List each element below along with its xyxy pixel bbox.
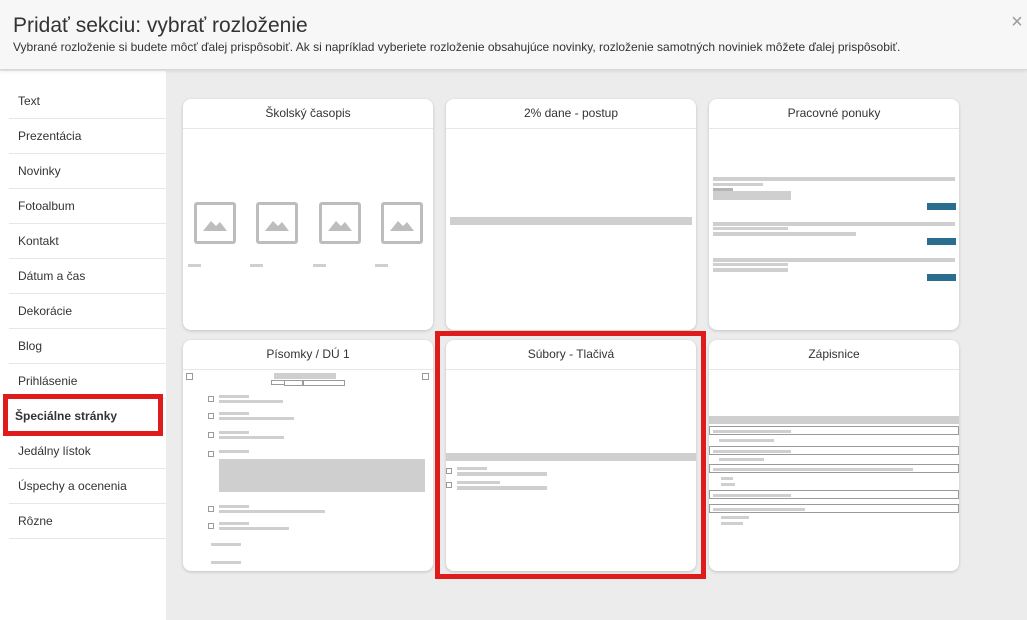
sidebar-item-uspechy-a-ocenenia[interactable]: Úspechy a ocenenia [9, 469, 166, 504]
sidebar-item-label: Novinky [18, 164, 61, 178]
sidebar-item-rozne[interactable]: Rôzne [9, 504, 166, 539]
sidebar-item-label: Kontakt [18, 234, 59, 248]
layout-card-title: Písomky / DÚ 1 [183, 340, 433, 370]
sidebar-item-label: Dekorácie [18, 304, 73, 318]
sidebar-item-label: Špeciálne stránky [15, 409, 118, 423]
sidebar-item-prezentacia[interactable]: Prezentácia [9, 119, 166, 154]
sidebar-item-blog[interactable]: Blog [9, 329, 166, 364]
layout-card-pisomky-du-1[interactable]: Písomky / DÚ 1 [183, 340, 433, 571]
sidebar-item-novinky[interactable]: Novinky [9, 154, 166, 189]
image-placeholder-icon [319, 202, 361, 244]
layout-preview [183, 371, 433, 571]
sidebar-item-label: Jedálny lístok [18, 444, 91, 458]
sidebar-item-specialne-stranky[interactable]: Špeciálne stránky [9, 399, 166, 434]
dialog-header: Pridať sekciu: vybrať rozloženie Vybrané… [0, 0, 1027, 70]
image-placeholder-icon [194, 202, 236, 244]
layout-preview [446, 130, 696, 330]
layout-card-title: Súbory - Tlačivá [446, 340, 696, 370]
sidebar-item-label: Prihlásenie [18, 374, 78, 388]
layout-card-title: Školský časopis [183, 99, 433, 129]
layout-card-2-dane-postup[interactable]: 2% dane - postup [446, 99, 696, 330]
image-placeholder-icon [381, 202, 423, 244]
layout-preview [709, 371, 959, 571]
layout-card-pracovne-ponuky[interactable]: Pracovné ponuky [709, 99, 959, 330]
dialog-title: Pridať sekciu: vybrať rozloženie [13, 14, 308, 37]
sidebar-item-label: Úspechy a ocenenia [18, 479, 127, 493]
layout-preview [446, 371, 696, 571]
category-sidebar: Text Prezentácia Novinky Fotoalbum Konta… [0, 71, 166, 620]
close-icon[interactable]: × [1007, 12, 1027, 32]
sidebar-item-label: Fotoalbum [18, 199, 75, 213]
sidebar-item-label: Blog [18, 339, 43, 353]
layout-card-title: Pracovné ponuky [709, 99, 959, 129]
sidebar-item-fotoalbum[interactable]: Fotoalbum [9, 189, 166, 224]
sidebar-item-datum-a-cas[interactable]: Dátum a čas [9, 259, 166, 294]
layout-preview [183, 130, 433, 330]
layout-card-zapisnice[interactable]: Zápisnice [709, 340, 959, 571]
layout-preview [709, 130, 959, 330]
sidebar-item-prihlasenie[interactable]: Prihlásenie [9, 364, 166, 399]
sidebar-item-label: Prezentácia [18, 129, 82, 143]
dialog-subtitle: Vybrané rozloženie si budete môcť ďalej … [13, 40, 901, 54]
sidebar-item-kontakt[interactable]: Kontakt [9, 224, 166, 259]
sidebar-item-label: Dátum a čas [18, 269, 86, 283]
sidebar-item-label: Rôzne [18, 514, 53, 528]
layout-card-title: Zápisnice [709, 340, 959, 370]
layout-card-subory-tlaciva[interactable]: Súbory - Tlačivá [446, 340, 696, 571]
sidebar-item-text[interactable]: Text [9, 84, 166, 119]
sidebar-item-jedalny-listok[interactable]: Jedálny lístok [9, 434, 166, 469]
layout-card-skolsky-casopis[interactable]: Školský časopis [183, 99, 433, 330]
sidebar-item-label: Text [18, 94, 41, 108]
image-placeholder-icon [256, 202, 298, 244]
layout-card-title: 2% dane - postup [446, 99, 696, 129]
sidebar-item-dekoracie[interactable]: Dekorácie [9, 294, 166, 329]
